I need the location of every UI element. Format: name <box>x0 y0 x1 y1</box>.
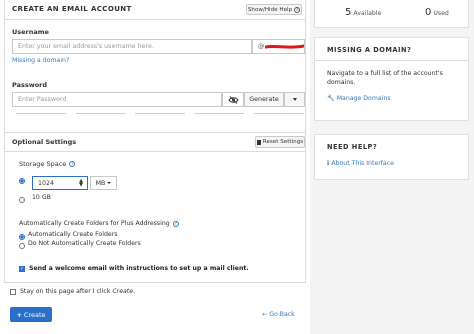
used-stat: 0 Used <box>425 7 449 18</box>
folders-label-row: Automatically Create Folders for Plus Ad… <box>19 219 179 228</box>
storage-label-row: Storage Space ? <box>19 160 76 168</box>
stay-on-page-checkbox[interactable] <box>10 289 16 295</box>
available-count: 5 <box>345 7 352 18</box>
strength-segment <box>254 113 304 114</box>
show-hide-help-label: Show/Hide Help <box>247 6 293 13</box>
available-stat: 5 Available <box>345 7 381 18</box>
info-icon: ℹ <box>327 160 330 167</box>
password-input[interactable]: Enter Password <box>12 92 222 107</box>
storage-quota-value: 1024 <box>38 179 55 187</box>
create-button[interactable]: + Create <box>10 307 52 322</box>
password-strength-meter <box>16 113 304 116</box>
arrow-left-icon: ← <box>262 311 268 318</box>
stay-on-page-emphasis: Create <box>112 288 134 295</box>
reset-settings-label: Reset Settings <box>262 139 304 145</box>
used-label: Used <box>433 10 449 17</box>
used-count: 0 <box>425 7 432 18</box>
trash-icon <box>256 139 261 145</box>
password-label: Password <box>12 81 48 89</box>
go-back-link[interactable]: ← Go Back <box>262 311 295 318</box>
create-button-label: Create <box>23 310 46 319</box>
storage-space-label: Storage Space <box>19 160 67 168</box>
help-circle-icon: ? <box>172 220 179 227</box>
plus-addressing-label: Automatically Create Folders for Plus Ad… <box>19 220 170 227</box>
storage-10gb-radio[interactable] <box>19 197 25 203</box>
generate-options-dropdown[interactable] <box>284 92 305 107</box>
username-input[interactable]: Enter your email address's username here… <box>12 39 252 54</box>
manage-domains-link[interactable]: 🔧 Manage Domains <box>327 94 391 103</box>
welcome-email-checkbox[interactable]: ✓ <box>19 266 25 272</box>
no-auto-create-folders-radio[interactable] <box>19 243 25 249</box>
no-auto-create-folders-label: Do Not Automatically Create Folders <box>28 240 141 247</box>
card-title: CREATE AN EMAIL ACCOUNT <box>12 5 132 13</box>
stay-on-page-suffix: . <box>133 288 135 295</box>
stepper-icon: ▲ ▼ <box>79 178 83 188</box>
create-account-card: CREATE AN EMAIL ACCOUNT Show/Hide Help ?… <box>4 0 306 283</box>
eye-slash-icon <box>227 95 239 104</box>
storage-unit-select[interactable]: MB <box>90 176 117 190</box>
missing-domain-title: MISSING A DOMAIN? <box>327 46 412 54</box>
auto-create-folders-radio[interactable] <box>19 234 25 240</box>
right-sidebar: 5 Available 0 Used MISSING A DOMAIN? Nav… <box>310 0 474 334</box>
show-hide-help-button[interactable]: Show/Hide Help ? <box>246 4 302 15</box>
strength-segment <box>135 113 185 114</box>
optional-settings-header-divider <box>5 151 305 152</box>
domain-at-sign: @ <box>258 43 265 50</box>
username-label: Username <box>12 28 49 36</box>
welcome-email-label: Send a welcome email with instructions t… <box>29 265 249 272</box>
strength-segment <box>16 113 66 114</box>
storage-quota-input[interactable]: 1024 ▲ ▼ <box>32 176 88 190</box>
missing-domain-text: Navigate to a full list of the account's… <box>327 70 443 86</box>
generate-password-button[interactable]: Generate <box>244 92 284 107</box>
auto-create-folders-label: Automatically Create Folders <box>28 231 118 238</box>
strength-segment <box>75 113 126 114</box>
username-placeholder: Enter your email address's username here… <box>18 43 154 50</box>
need-help-card: NEED HELP? ℹ About This Interface <box>314 134 469 180</box>
password-placeholder: Enter Password <box>18 96 67 103</box>
about-interface-link[interactable]: ℹ About This Interface <box>327 160 394 167</box>
header-divider <box>5 19 305 20</box>
wrench-icon: 🔧 <box>327 95 335 102</box>
missing-domain-divider <box>315 60 468 61</box>
caret-down-icon <box>292 98 297 101</box>
generate-label: Generate <box>249 96 279 103</box>
missing-domain-card: MISSING A DOMAIN? Navigate to a full lis… <box>314 37 469 121</box>
create-account-panel: CREATE AN EMAIL ACCOUNT Show/Hide Help ?… <box>0 0 310 334</box>
redacted-domain-mark <box>265 44 304 49</box>
toggle-password-visibility-button[interactable] <box>222 92 244 107</box>
need-help-title: NEED HELP? <box>327 143 378 151</box>
help-circle-icon: ? <box>294 6 301 13</box>
stay-on-page-prefix: Stay on this page after I click <box>20 288 113 295</box>
about-interface-label: About This Interface <box>331 160 394 167</box>
account-stats-card: 5 Available 0 Used <box>314 0 469 28</box>
caret-down-icon <box>107 182 112 184</box>
storage-10gb-label: 10 GB <box>32 194 51 201</box>
domain-select[interactable]: @ <box>252 39 305 54</box>
manage-domains-label: Manage Domains <box>336 94 391 102</box>
storage-custom-radio[interactable] <box>19 178 25 184</box>
strength-segment <box>194 113 245 114</box>
go-back-label: Go Back <box>269 311 295 318</box>
optional-settings-title: Optional Settings <box>12 138 77 146</box>
storage-unit-value: MB <box>95 179 106 187</box>
optional-settings-divider <box>5 132 305 133</box>
reset-settings-button[interactable]: Reset Settings <box>255 136 305 148</box>
help-circle-icon: ? <box>69 161 76 167</box>
stay-on-page-label: Stay on this page after I click Create. <box>20 287 135 296</box>
plus-icon: + <box>16 310 22 319</box>
missing-domain-link[interactable]: Missing a domain? <box>12 57 69 64</box>
available-label: Available <box>353 10 382 17</box>
